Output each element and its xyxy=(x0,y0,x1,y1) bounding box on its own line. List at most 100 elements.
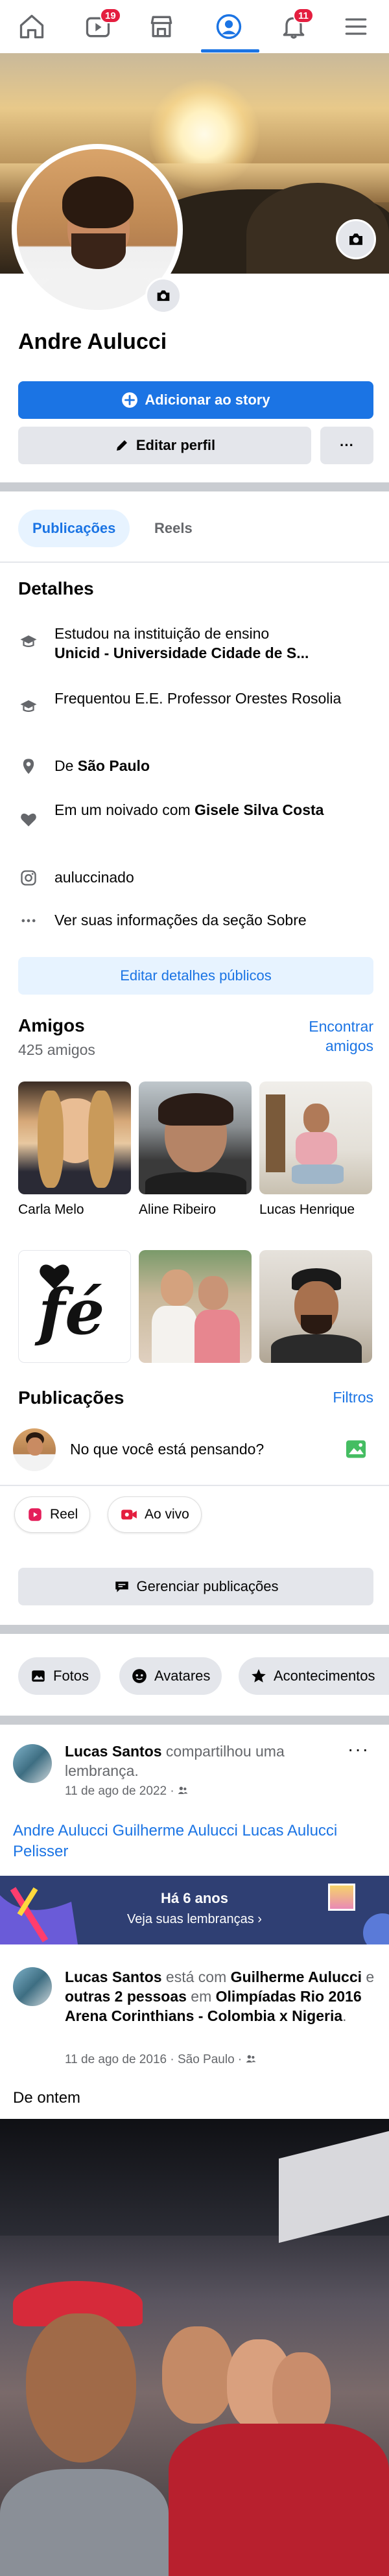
active-tab-indicator xyxy=(201,49,259,53)
find-friends-line1: Encontrar xyxy=(309,1018,373,1035)
camera-icon xyxy=(157,290,170,301)
graduation-cap-icon xyxy=(18,696,39,717)
photo-person-2 xyxy=(162,2326,233,2424)
marketplace-tab[interactable] xyxy=(139,0,184,53)
profile-more-button[interactable]: ··· xyxy=(320,427,373,464)
composer-divider xyxy=(0,1485,389,1486)
edit-public-details-button[interactable]: Editar detalhes públicos xyxy=(18,957,373,995)
detail-partner-name[interactable]: Gisele Silva Costa xyxy=(194,801,324,818)
life-events-chip-label: Acontecimentos xyxy=(274,1668,375,1684)
graduation-cap-icon xyxy=(18,632,39,652)
friend-name: Aline Ribeiro xyxy=(139,1202,217,1217)
detail-education-2[interactable]: Frequentou E.E. Professor Orestes Rosoli… xyxy=(18,689,381,730)
detail-see-about[interactable]: Ver suas informações da seção Sobre xyxy=(18,910,381,934)
detail-relationship[interactable]: Em um noivado com Gisele Silva Costa xyxy=(18,800,381,842)
life-events-chip[interactable]: Acontecimentos xyxy=(239,1657,389,1695)
memory-banner[interactable]: Há 6 anos Veja suas lembranças › xyxy=(0,1876,389,1944)
friend-card[interactable]: Aline Ribeiro xyxy=(139,1081,252,1218)
avatar-shirt xyxy=(36,269,159,310)
memory-link[interactable]: Veja suas lembranças › xyxy=(0,1912,389,1927)
post-date[interactable]: 11 de ago de 2022 · xyxy=(65,1784,178,1798)
friend-card[interactable] xyxy=(139,1250,252,1369)
tagged-others[interactable]: outras 2 pessoas xyxy=(65,1988,187,2005)
live-button[interactable]: Ao vivo xyxy=(108,1496,202,1533)
detail-text-line: Estudou na instituição de ensino xyxy=(54,625,270,642)
detail-instagram[interactable]: auluccinado xyxy=(18,868,381,891)
shared-post-photo[interactable] xyxy=(0,2119,389,2576)
detail-education-2-text: Frequentou E.E. Professor Orestes Rosoli… xyxy=(54,690,342,707)
friends-audience-icon xyxy=(178,1786,188,1794)
home-tab[interactable] xyxy=(9,0,54,53)
filters-link[interactable]: Filtros xyxy=(333,1389,373,1406)
find-friends-link[interactable]: Encontrar amigos xyxy=(309,1017,373,1056)
photos-chip-label: Fotos xyxy=(53,1668,89,1684)
post-meta: 11 de ago de 2022 · xyxy=(65,1784,188,1799)
friend-name: Carla Melo xyxy=(18,1202,84,1217)
more-dots-icon: ··· xyxy=(340,437,354,453)
plus-circle-icon xyxy=(122,392,138,408)
shared-post-date[interactable]: 11 de ago de 2016 · São Paulo · xyxy=(65,2053,246,2066)
friends-count: 425 amigos xyxy=(18,1041,95,1058)
detail-education-1[interactable]: Estudou na instituição de ensino Unicid … xyxy=(18,624,381,665)
friend-photo xyxy=(259,1081,372,1194)
detail-hometown[interactable]: De São Paulo xyxy=(18,756,381,779)
profile-tab[interactable] xyxy=(206,0,252,53)
shared-post-text: em xyxy=(186,1988,216,2005)
tab-reels[interactable]: Reels xyxy=(154,510,193,547)
friend-photo xyxy=(139,1081,252,1194)
friend-card[interactable]: fé xyxy=(18,1250,131,1369)
detail-hometown-city[interactable]: São Paulo xyxy=(78,757,150,774)
post-author-avatar[interactable] xyxy=(13,1744,52,1783)
edit-profile-picture-button[interactable] xyxy=(145,278,182,314)
edit-cover-button[interactable] xyxy=(336,219,376,259)
composer-input[interactable]: No que você está pensando? xyxy=(70,1441,264,1458)
tab-posts[interactable]: Publicações xyxy=(18,510,130,547)
post-more-button[interactable]: ··· xyxy=(348,1739,370,1760)
hamburger-menu-icon xyxy=(345,18,367,35)
post-author-name[interactable]: Lucas Santos xyxy=(65,1743,162,1760)
composer-avatar xyxy=(13,1428,56,1471)
post-tagged-names[interactable]: Andre Aulucci Guilherme Aulucci Lucas Au… xyxy=(13,1821,376,1862)
avatars-chip-label: Avatares xyxy=(154,1668,211,1684)
detail-school-name[interactable]: Unicid - Universidade Cidade de S... xyxy=(54,644,309,661)
reel-icon xyxy=(29,1508,41,1521)
photo-shirt xyxy=(0,2469,169,2576)
friend-card[interactable] xyxy=(259,1250,372,1369)
comment-settings-icon xyxy=(115,1581,128,1592)
reel-button[interactable]: Reel xyxy=(14,1496,91,1533)
profile-name: Andre Aulucci xyxy=(18,329,167,354)
detail-instagram-handle: auluccinado xyxy=(54,869,134,886)
photo-icon[interactable] xyxy=(344,1437,368,1461)
details-title: Detalhes xyxy=(18,578,94,598)
menu-tab[interactable] xyxy=(333,0,379,53)
friends-audience-icon xyxy=(246,2055,255,2062)
post-header: Lucas Santos compartilhou uma lembrança. xyxy=(65,1742,337,1780)
post-author-avatar[interactable] xyxy=(13,1967,52,2006)
detail-education-1-text: Estudou na instituição de ensino Unicid … xyxy=(54,624,385,663)
profile-icon xyxy=(216,14,242,40)
friend-card[interactable]: Carla Melo xyxy=(18,1081,131,1218)
photos-chip[interactable]: Fotos xyxy=(18,1657,101,1695)
location-pin-icon xyxy=(18,756,39,777)
shared-post-author[interactable]: Lucas Santos xyxy=(65,1968,162,1985)
notifications-tab[interactable]: 11 xyxy=(271,0,316,53)
home-icon xyxy=(19,14,44,39)
tagged-person[interactable]: Guilherme Aulucci xyxy=(231,1968,362,1985)
avatars-chip[interactable]: Avatares xyxy=(119,1657,222,1695)
top-navigation-bar: 19 11 xyxy=(0,0,389,53)
friend-card[interactable]: Lucas Henrique xyxy=(259,1081,372,1218)
add-to-story-button[interactable]: Adicionar ao story xyxy=(18,381,373,419)
tabs-divider xyxy=(0,561,389,563)
live-video-icon xyxy=(121,1509,137,1520)
friend-photo xyxy=(18,1081,131,1194)
section-divider xyxy=(0,1716,389,1725)
video-tab[interactable]: 19 xyxy=(75,0,121,53)
shared-post-text: está com xyxy=(161,1968,231,1985)
edit-profile-button[interactable]: Editar perfil xyxy=(18,427,311,464)
find-friends-line2: amigos xyxy=(325,1037,373,1054)
manage-posts-button[interactable]: Gerenciar publicações xyxy=(18,1568,373,1605)
section-divider xyxy=(0,1625,389,1634)
section-divider xyxy=(0,482,389,491)
fe-text: fé xyxy=(38,1275,105,1349)
star-icon xyxy=(252,1669,266,1683)
